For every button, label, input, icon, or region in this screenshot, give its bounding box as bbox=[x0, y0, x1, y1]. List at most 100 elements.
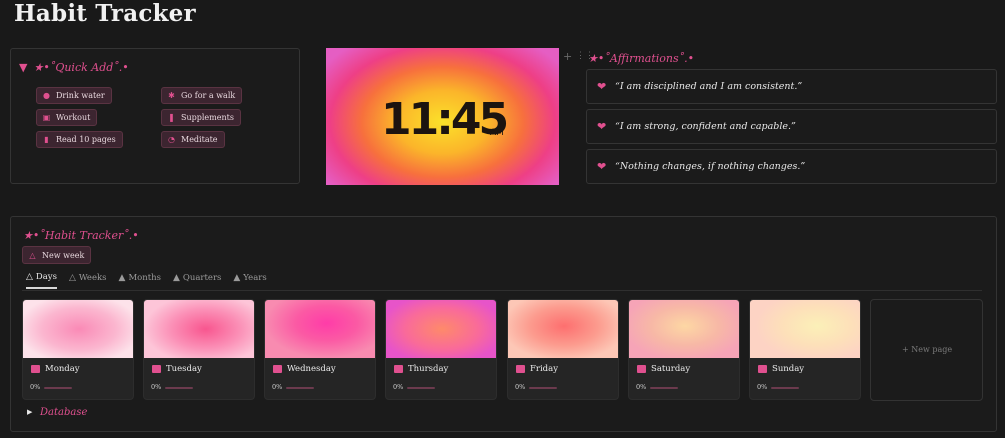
meditate-icon: ◔ bbox=[168, 135, 175, 144]
day-card-thursday[interactable]: Thursday 0% bbox=[385, 299, 497, 400]
progress-bar bbox=[529, 387, 557, 389]
tab-years[interactable]: ▲ Years bbox=[233, 272, 266, 289]
clock-time: 11:45 bbox=[381, 94, 509, 145]
progress-text: 0% bbox=[515, 383, 526, 391]
toggle-triangle-icon[interactable]: ▶ bbox=[27, 408, 32, 416]
progress-bar bbox=[650, 387, 678, 389]
tab-quarters[interactable]: ▲ Quarters bbox=[173, 272, 221, 289]
button-label: Workout bbox=[56, 113, 91, 122]
tab-label: Weeks bbox=[78, 273, 107, 283]
button-label: Read 10 pages bbox=[56, 135, 116, 144]
card-cover bbox=[508, 300, 618, 358]
calendar-icon bbox=[273, 365, 282, 373]
card-title: Friday bbox=[530, 364, 558, 374]
progress-bar bbox=[44, 387, 72, 389]
day-card-sunday[interactable]: Sunday 0% bbox=[749, 299, 861, 400]
card-title: Sunday bbox=[772, 364, 805, 374]
triangle-icon: △ bbox=[26, 272, 33, 282]
new-week-button[interactable]: △ New week bbox=[22, 246, 92, 264]
drink-water-button[interactable]: ● Drink water bbox=[36, 87, 112, 104]
progress-text: 0% bbox=[636, 383, 647, 391]
workout-button[interactable]: ▣ Workout bbox=[36, 109, 98, 126]
calendar-icon bbox=[758, 365, 767, 373]
tab-months[interactable]: ▲ Months bbox=[119, 272, 161, 289]
calendar-icon bbox=[516, 365, 525, 373]
progress-text: 0% bbox=[272, 383, 283, 391]
water-drop-icon: ● bbox=[43, 91, 50, 100]
calendar-icon bbox=[31, 365, 40, 373]
progress-bar bbox=[286, 387, 314, 389]
triangle-icon: △ bbox=[68, 273, 76, 283]
day-card-monday[interactable]: Monday 0% bbox=[22, 299, 134, 400]
affirmation-card: ❤ “I am disciplined and I am consistent.… bbox=[586, 69, 997, 104]
read-pages-button[interactable]: ▮ Read 10 pages bbox=[36, 131, 123, 148]
walking-icon: ✱ bbox=[168, 91, 175, 100]
day-card-friday[interactable]: Friday 0% bbox=[507, 299, 619, 400]
tab-label: Years bbox=[243, 273, 267, 283]
database-link[interactable]: Database bbox=[40, 407, 87, 418]
tabs-divider bbox=[22, 290, 982, 291]
heart-icon: ❤ bbox=[597, 80, 607, 93]
affirmation-card: ❤ “I am strong, confident and capable.” bbox=[586, 109, 997, 144]
progress-text: 0% bbox=[393, 383, 404, 391]
day-card-wednesday[interactable]: Wednesday 0% bbox=[264, 299, 376, 400]
new-page-button[interactable]: + New page bbox=[870, 299, 983, 401]
progress-bar bbox=[407, 387, 435, 389]
affirmation-text: “Nothing changes, if nothing changes.” bbox=[615, 161, 806, 172]
card-title: Wednesday bbox=[287, 364, 336, 374]
card-cover bbox=[265, 300, 375, 358]
triangle-icon: △ bbox=[29, 250, 36, 260]
day-card-saturday[interactable]: Saturday 0% bbox=[628, 299, 740, 400]
button-label: Drink water bbox=[56, 91, 105, 100]
progress-text: 0% bbox=[30, 383, 41, 391]
card-title: Monday bbox=[45, 364, 80, 374]
heart-icon: ❤ bbox=[597, 160, 607, 173]
progress-bar bbox=[165, 387, 193, 389]
card-cover bbox=[386, 300, 496, 358]
quick-add-heading-text: ★•˚Quick Add˚.• bbox=[33, 61, 129, 74]
calendar-icon bbox=[637, 365, 646, 373]
calendar-icon bbox=[152, 365, 161, 373]
view-tabs: △ Days △ Weeks ▲ Months ▲ Quarters ▲ Years bbox=[26, 272, 267, 289]
dumbbell-icon: ▣ bbox=[42, 113, 51, 122]
button-label: Go for a walk bbox=[181, 91, 236, 100]
pill-icon: ❚ bbox=[168, 113, 175, 122]
supplements-button[interactable]: ❚ Supplements bbox=[161, 109, 241, 126]
affirmation-text: “I am disciplined and I am consistent.” bbox=[615, 81, 803, 92]
add-block-icon[interactable]: + bbox=[563, 50, 572, 63]
affirmation-card: ❤ “Nothing changes, if nothing changes.” bbox=[586, 149, 997, 184]
progress-text: 0% bbox=[757, 383, 768, 391]
button-label: New week bbox=[42, 250, 85, 260]
calendar-icon bbox=[394, 365, 403, 373]
meditate-button[interactable]: ◔ Meditate bbox=[161, 131, 225, 148]
thumbs-down-icon: ▼ bbox=[19, 61, 28, 74]
button-label: Meditate bbox=[181, 135, 218, 144]
tab-days[interactable]: △ Days bbox=[26, 272, 57, 289]
card-cover bbox=[144, 300, 254, 358]
go-for-walk-button[interactable]: ✱ Go for a walk bbox=[161, 87, 243, 104]
book-icon: ▮ bbox=[44, 135, 49, 144]
card-cover bbox=[23, 300, 133, 358]
day-card-tuesday[interactable]: Tuesday 0% bbox=[143, 299, 255, 400]
tab-label: Quarters bbox=[182, 273, 222, 283]
clock-widget: 11:45 AM bbox=[326, 48, 559, 185]
page-title: Habit Tracker bbox=[14, 0, 196, 27]
quick-add-panel: ▼ ★•˚Quick Add˚.• ● Drink water ▣ Workou… bbox=[10, 48, 300, 184]
tab-weeks[interactable]: △ Weeks bbox=[69, 272, 107, 289]
card-title: Tuesday bbox=[166, 364, 202, 374]
button-label: Supplements bbox=[181, 113, 234, 122]
tab-label: Months bbox=[128, 273, 161, 283]
new-page-label: + New page bbox=[902, 345, 953, 354]
affirmation-text: “I am strong, confident and capable.” bbox=[615, 121, 796, 132]
card-cover bbox=[750, 300, 860, 358]
triangle-icon: ▲ bbox=[233, 273, 241, 283]
heart-icon: ❤ bbox=[597, 120, 607, 133]
clock-ampm: AM bbox=[490, 128, 504, 138]
affirmations-heading: ★•˚Affirmations˚.• bbox=[588, 52, 695, 65]
quick-add-heading: ▼ ★•˚Quick Add˚.• bbox=[19, 61, 129, 74]
habit-tracker-heading: ★•˚Habit Tracker˚.• bbox=[23, 229, 139, 242]
tab-label: Days bbox=[35, 272, 57, 282]
triangle-icon: ▲ bbox=[118, 273, 126, 283]
card-title: Thursday bbox=[408, 364, 449, 374]
card-title: Saturday bbox=[651, 364, 691, 374]
